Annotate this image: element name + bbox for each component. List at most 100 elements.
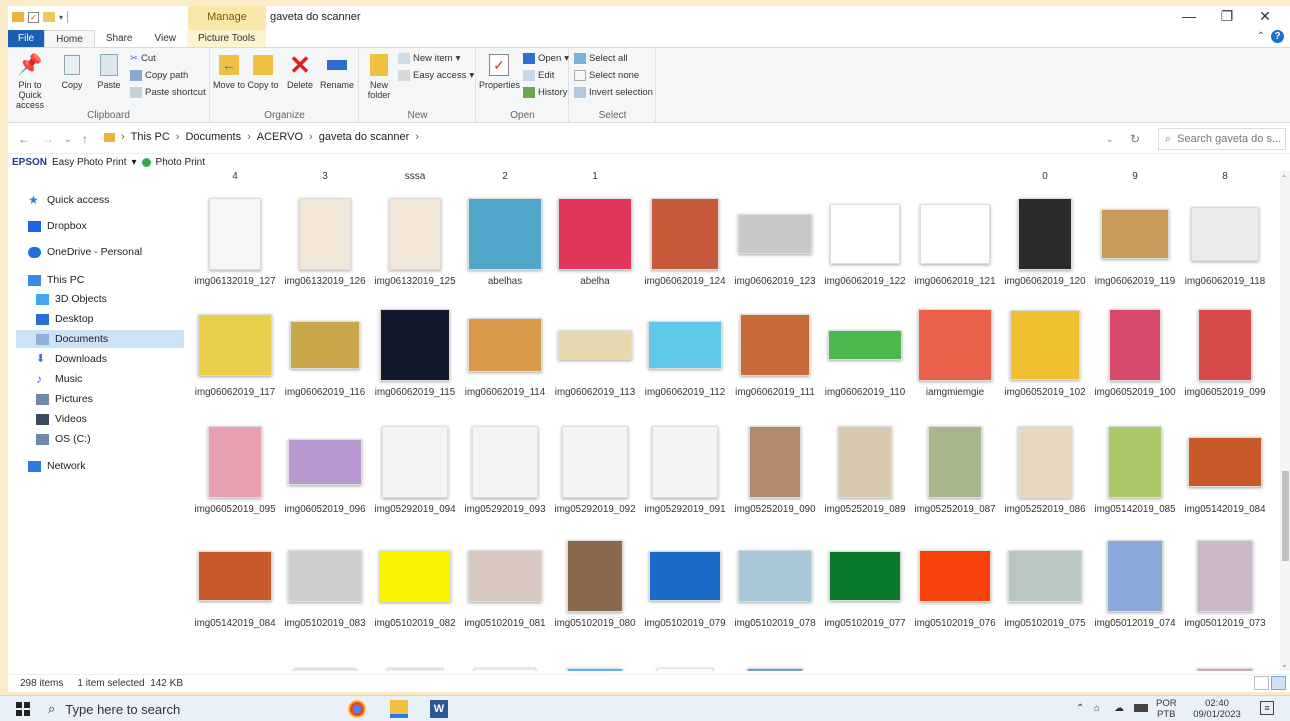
file-item[interactable]: img06062019_124 [640, 179, 730, 299]
file-item[interactable]: img05142019_084 [190, 521, 280, 641]
file-item[interactable]: abelhas [460, 179, 550, 299]
file-item[interactable]: img06052019_102 [1000, 290, 1090, 410]
move-to-button[interactable]: ← Move to [213, 52, 245, 90]
close-button[interactable]: ✕ [1248, 8, 1282, 25]
rename-button[interactable]: Rename [319, 52, 355, 90]
show-hidden-icons-icon[interactable]: ⌃ [1076, 703, 1084, 714]
file-item[interactable]: img06132019_125 [370, 179, 460, 299]
scrollbar-thumb[interactable] [1282, 471, 1289, 561]
copy-button[interactable]: Copy [56, 52, 88, 90]
minimize-button[interactable]: — [1172, 8, 1206, 24]
file-item[interactable]: img06052019_100 [1090, 290, 1180, 410]
new-folder-icon[interactable] [43, 12, 55, 22]
file-item[interactable] [640, 633, 730, 671]
file-item[interactable]: img06062019_117 [190, 290, 280, 410]
file-item[interactable]: img06062019_121 [910, 179, 1000, 299]
file-item[interactable] [730, 633, 820, 671]
customize-toolbar-icon[interactable]: ▾ [59, 13, 63, 22]
file-item[interactable]: img05102019_077 [820, 521, 910, 641]
file-item[interactable]: img06052019_095 [190, 407, 280, 527]
address-dropdown-icon[interactable]: ⌄ [1106, 134, 1114, 145]
file-item[interactable] [550, 633, 640, 671]
file-item[interactable]: img05292019_094 [370, 407, 460, 527]
file-item[interactable]: iamgmiemgie [910, 290, 1000, 410]
nav-item-downloads[interactable]: ⬇ Downloads [8, 350, 176, 368]
breadcrumb-gaveta[interactable]: gaveta do scanner [319, 131, 410, 143]
file-item[interactable]: img06062019_116 [280, 290, 370, 410]
cut-button[interactable]: ✂ Cut [130, 53, 156, 64]
pin-quick-access-button[interactable]: 📌 Pin to Quick access [10, 52, 50, 110]
file-item[interactable] [460, 633, 550, 671]
vertical-scrollbar[interactable]: ⌃ ⌄ [1280, 171, 1290, 671]
file-item[interactable]: img06062019_120 [1000, 179, 1090, 299]
nav-item-videos[interactable]: Videos [8, 410, 176, 428]
file-item[interactable]: img05252019_086 [1000, 407, 1090, 527]
file-item[interactable]: img05012019_074 [1090, 521, 1180, 641]
delete-button[interactable]: ✕ Delete [283, 52, 317, 90]
file-item[interactable]: img06062019_119 [1090, 179, 1180, 299]
copy-path-button[interactable]: Copy path [130, 70, 188, 81]
file-item[interactable]: img06062019_111 [730, 290, 820, 410]
windows-start-icon[interactable] [16, 702, 30, 716]
nav-item-music[interactable]: ♪ Music [8, 370, 176, 388]
breadcrumb-acervo[interactable]: ACERVO [257, 131, 303, 143]
file-item[interactable] [910, 633, 1000, 671]
file-item[interactable]: img06062019_114 [460, 290, 550, 410]
copy-to-button[interactable]: Copy to [247, 52, 279, 90]
forward-arrow-icon[interactable]: → [42, 132, 54, 146]
open-button[interactable]: Open ▾ [523, 53, 569, 64]
tab-home[interactable]: Home [44, 30, 95, 47]
file-item[interactable]: img05142019_085 [1090, 407, 1180, 527]
file-item[interactable]: img06062019_123 [730, 179, 820, 299]
nav-item-3d-objects[interactable]: 3D Objects [8, 290, 176, 308]
history-button[interactable]: History [523, 87, 568, 98]
file-item[interactable]: img06062019_115 [370, 290, 460, 410]
file-item[interactable] [1180, 633, 1270, 671]
file-item[interactable]: img06052019_099 [1180, 290, 1270, 410]
help-icon[interactable]: ? [1271, 30, 1284, 43]
file-item[interactable]: img05292019_093 [460, 407, 550, 527]
file-item[interactable]: img06132019_127 [190, 179, 280, 299]
invert-selection-button[interactable]: Invert selection [574, 87, 653, 98]
file-item[interactable]: img06062019_113 [550, 290, 640, 410]
file-item[interactable]: img05252019_090 [730, 407, 820, 527]
collapse-ribbon-icon[interactable]: ⌃ [1257, 31, 1265, 42]
select-all-button[interactable]: Select all [574, 53, 628, 64]
dropdown-caret-icon[interactable]: ▾ [132, 157, 137, 168]
file-item[interactable]: img05102019_081 [460, 521, 550, 641]
file-item[interactable]: img05102019_083 [280, 521, 370, 641]
nav-item-this-pc[interactable]: This PC [8, 271, 176, 289]
nav-item-os-c[interactable]: OS (C:) [8, 430, 176, 448]
taskbar-search[interactable]: ⌕ Type here to search [48, 699, 338, 719]
file-explorer-taskbar-icon[interactable] [390, 700, 408, 718]
folder-icon[interactable] [12, 12, 24, 22]
properties-button[interactable]: ✓ Properties [479, 52, 520, 90]
file-item[interactable] [1000, 633, 1090, 671]
new-item-button[interactable]: New item ▾ [398, 53, 460, 64]
details-view-icon[interactable] [1254, 676, 1269, 690]
file-item[interactable] [1090, 633, 1180, 671]
file-item[interactable]: img06062019_122 [820, 179, 910, 299]
tab-picture-tools[interactable]: Picture Tools [187, 30, 267, 47]
nav-item-documents[interactable]: Documents [16, 330, 184, 348]
nav-item-network[interactable]: Network [8, 457, 176, 475]
recent-locations-icon[interactable]: ⌄ [64, 134, 72, 145]
scroll-down-icon[interactable]: ⌄ [1281, 660, 1288, 669]
chrome-icon[interactable] [348, 700, 366, 718]
word-icon[interactable]: W [430, 700, 448, 718]
tab-file[interactable]: File [8, 30, 45, 47]
file-item[interactable]: img05012019_073 [1180, 521, 1270, 641]
manage-context-tab[interactable]: Manage [188, 6, 266, 30]
select-none-button[interactable]: Select none [574, 70, 639, 81]
file-item[interactable] [190, 633, 280, 671]
language-indicator[interactable]: POR PTB [1156, 698, 1177, 720]
tab-view[interactable]: View [144, 30, 188, 47]
file-item[interactable]: img06062019_112 [640, 290, 730, 410]
nav-item-onedrive-personal[interactable]: OneDrive - Personal [8, 243, 176, 261]
file-item[interactable]: img05142019_084 [1180, 407, 1270, 527]
cloud-tray-icon[interactable]: ☁ [1114, 703, 1124, 714]
nav-item-pictures[interactable]: Pictures [8, 390, 176, 408]
notifications-icon[interactable]: ≡ [1260, 701, 1274, 715]
easy-access-button[interactable]: Easy access ▾ [398, 70, 474, 81]
breadcrumb-documents[interactable]: Documents [185, 131, 241, 143]
